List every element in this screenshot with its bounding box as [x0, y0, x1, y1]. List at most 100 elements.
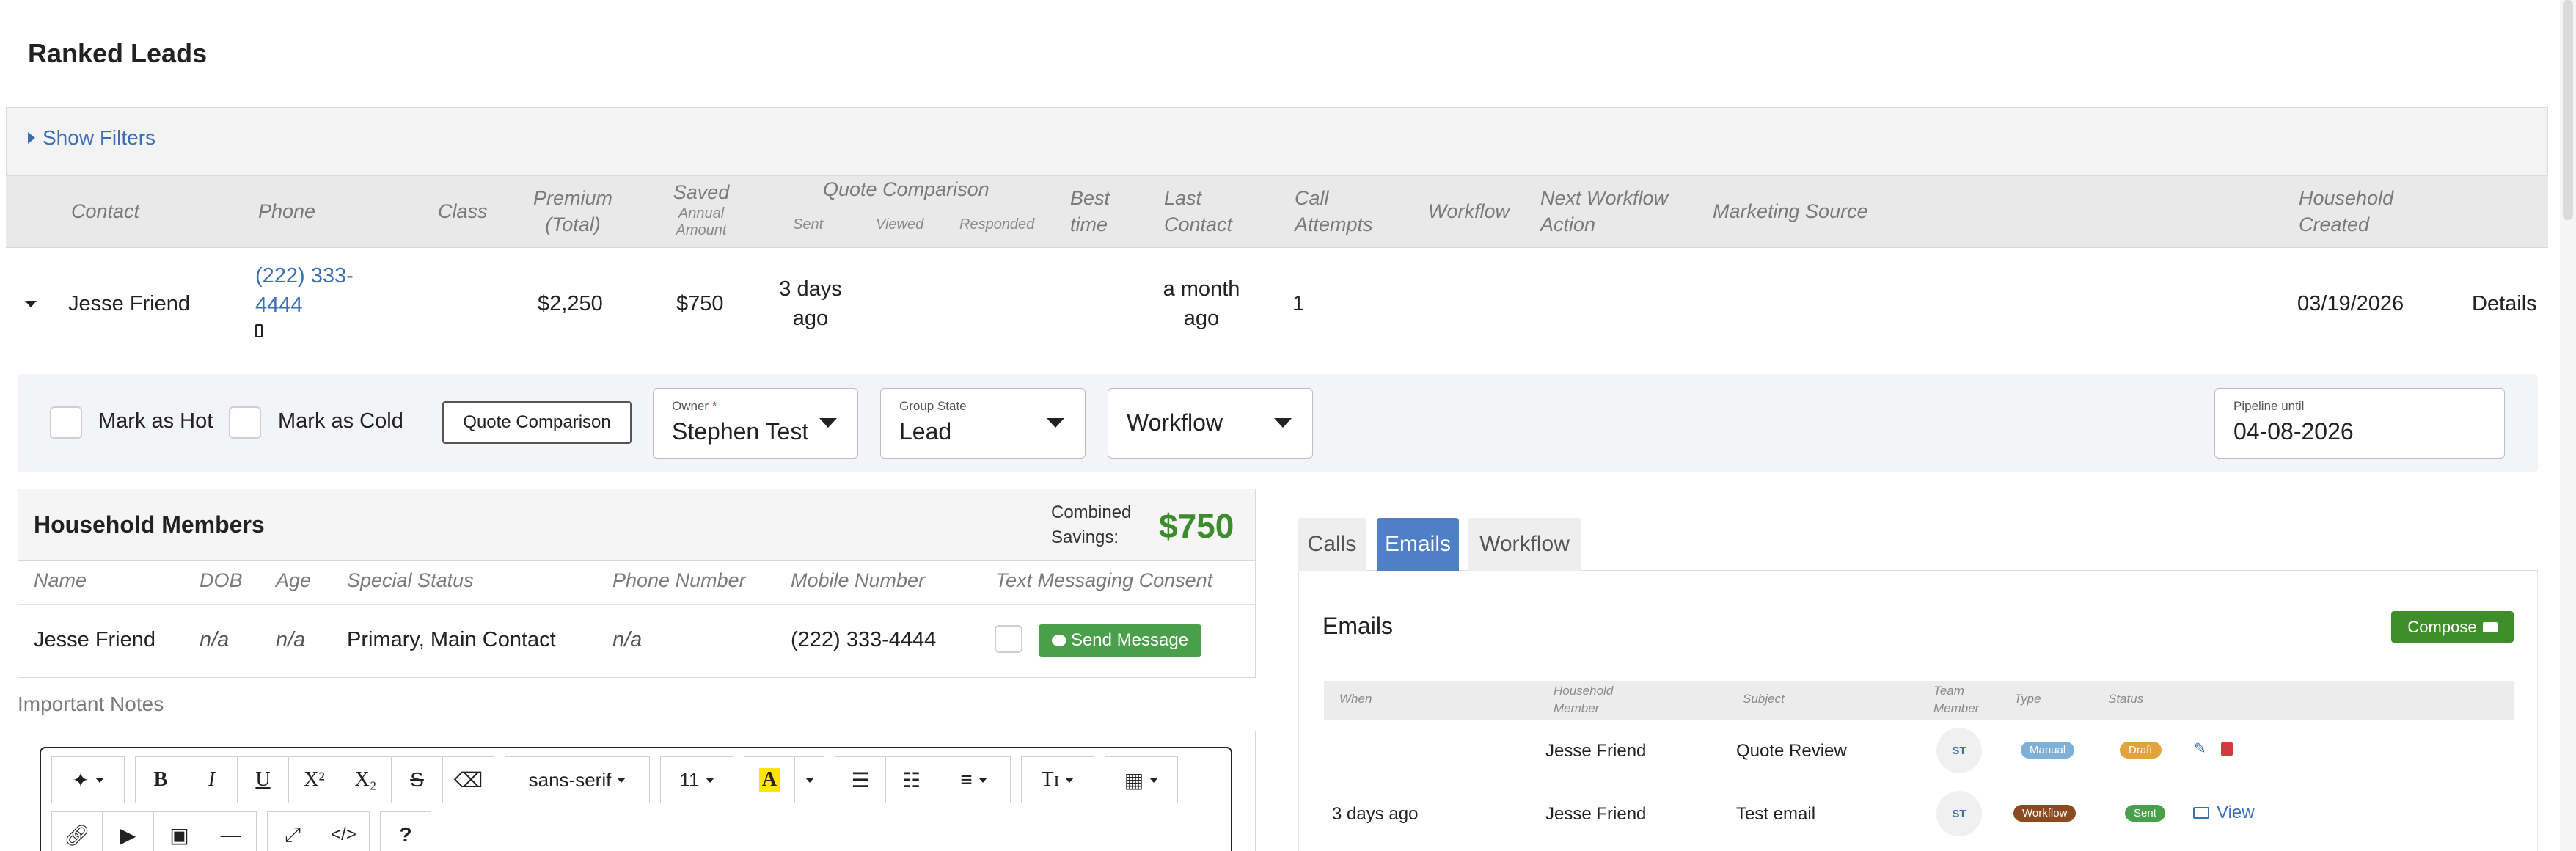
- owner-value: Stephen Test: [672, 418, 809, 445]
- caret-down-icon: [1149, 777, 1159, 783]
- group-state-label: Group State: [899, 399, 967, 413]
- text-style-dropdown[interactable]: Tɪ: [1021, 756, 1094, 803]
- th-workflow[interactable]: Workflow: [1428, 198, 1510, 224]
- group-state-select[interactable]: Group State Lead: [880, 388, 1086, 459]
- underline-button[interactable]: U: [238, 756, 289, 803]
- magic-wand-dropdown[interactable]: ✦: [51, 756, 125, 803]
- th-last-contact[interactable]: Last Contact: [1164, 185, 1232, 238]
- th-contact[interactable]: Contact: [71, 198, 139, 224]
- table-icon: ▦: [1124, 768, 1144, 792]
- row-details-link[interactable]: Details: [2472, 292, 2537, 316]
- hh-member-phone: n/a: [612, 628, 643, 651]
- email-row-2-subject[interactable]: Test email: [1736, 804, 1815, 825]
- th-household-created[interactable]: Household Created: [2299, 185, 2393, 238]
- compose-button[interactable]: Compose: [2391, 611, 2514, 643]
- mark-hot-label[interactable]: Mark as Hot: [98, 409, 213, 434]
- email-row-1-subject[interactable]: Quote Review: [1736, 741, 1847, 761]
- pipeline-until-field[interactable]: Pipeline until 04-08-2026: [2214, 388, 2505, 459]
- row-contact-name[interactable]: Jesse Friend: [68, 292, 190, 316]
- row-last-contact: a month ago: [1160, 274, 1243, 333]
- avatar: ST: [1936, 728, 1982, 773]
- bullet-list-button[interactable]: ☰: [835, 756, 886, 803]
- tab-calls[interactable]: Calls: [1298, 518, 1366, 571]
- help-button[interactable]: ?: [380, 811, 431, 851]
- highlight-color-dropdown[interactable]: [795, 756, 824, 803]
- image-button[interactable]: ▣: [154, 811, 205, 851]
- align-icon: ≡: [960, 768, 973, 791]
- hh-col-special-status: Special Status: [347, 569, 474, 591]
- view-email-link[interactable]: View: [2193, 803, 2255, 823]
- th-quote-comparison: Quote Comparison: [823, 178, 989, 200]
- highlight-color-button[interactable]: A: [744, 756, 795, 803]
- type-badge: Workflow: [2013, 805, 2076, 822]
- combined-savings-value: $750: [1159, 507, 1234, 545]
- th-household-created-line2: Created: [2299, 213, 2370, 235]
- scrollbar-thumb[interactable]: [2563, 0, 2573, 220]
- th-premium-line1: Premium: [533, 187, 613, 209]
- compose-label: Compose: [2407, 617, 2477, 636]
- numbered-list-button[interactable]: ☷: [886, 756, 937, 803]
- fullscreen-button[interactable]: ⤢: [267, 811, 318, 851]
- row-expand-icon[interactable]: [25, 301, 37, 307]
- owner-select[interactable]: Owner * Stephen Test: [653, 388, 858, 459]
- tab-workflow[interactable]: Workflow: [1468, 518, 1581, 571]
- th-sent[interactable]: Sent: [793, 216, 823, 233]
- caret-right-icon: [28, 132, 35, 144]
- hh-col-mobile: Mobile Number: [791, 569, 926, 591]
- row-phone-link[interactable]: (222) 333- 4444: [255, 261, 354, 320]
- show-filters-label: Show Filters: [43, 126, 156, 149]
- delete-icon[interactable]: [2221, 742, 2233, 756]
- table-dropdown[interactable]: ▦: [1105, 756, 1178, 803]
- send-message-label: Send Message: [1070, 630, 1189, 650]
- th-best-time[interactable]: Best time: [1070, 185, 1110, 238]
- image-icon: ▣: [169, 823, 189, 847]
- th-responded[interactable]: Responded: [959, 216, 1034, 233]
- link-button[interactable]: 🔗︎: [51, 811, 103, 851]
- view-group: ⤢ </>: [267, 811, 370, 851]
- show-filters-toggle[interactable]: Show Filters: [28, 126, 155, 150]
- text-height-icon: Tɪ: [1041, 768, 1060, 791]
- bold-button[interactable]: B: [135, 756, 186, 803]
- text-consent-checkbox[interactable]: [995, 625, 1022, 653]
- strikethrough-button[interactable]: S: [392, 756, 443, 803]
- eraser-button[interactable]: ⌫: [443, 756, 494, 803]
- mark-hot-checkbox[interactable]: [50, 406, 82, 439]
- th-class[interactable]: Class: [438, 198, 488, 224]
- tab-emails[interactable]: Emails: [1377, 518, 1459, 571]
- th-phone[interactable]: Phone: [258, 198, 315, 224]
- th-marketing-source[interactable]: Marketing Source: [1713, 198, 1868, 224]
- th-viewed[interactable]: Viewed: [876, 216, 923, 233]
- subscript-button[interactable]: X₂: [340, 756, 392, 803]
- video-button[interactable]: ▶: [103, 811, 154, 851]
- page-title: Ranked Leads: [28, 38, 208, 68]
- font-size-dropdown[interactable]: 11: [660, 756, 733, 803]
- th-saved[interactable]: Saved Annual Amount: [660, 179, 742, 239]
- workflow-select[interactable]: Workflow: [1108, 388, 1313, 459]
- row-sent-line1: 3 days: [779, 277, 842, 301]
- em-col-when: When: [1339, 692, 1372, 706]
- mark-cold-label[interactable]: Mark as Cold: [278, 409, 403, 434]
- pipeline-until-value: 04-08-2026: [2233, 418, 2354, 445]
- status-badge: Sent: [2125, 805, 2165, 822]
- send-message-button[interactable]: Send Message: [1039, 624, 1201, 657]
- caret-down-icon: [95, 777, 104, 783]
- quote-comparison-button[interactable]: Quote Comparison: [442, 401, 632, 444]
- th-call-attempts[interactable]: Call Attempts: [1295, 185, 1373, 238]
- th-next-action[interactable]: Next Workflow Action: [1540, 185, 1668, 238]
- em-col-tm-line1: Team: [1933, 684, 1964, 698]
- status-badge: Draft: [2120, 742, 2162, 759]
- chevron-down-icon: [1047, 418, 1064, 428]
- align-dropdown[interactable]: ≡: [937, 756, 1011, 803]
- em-col-subject: Subject: [1743, 692, 1785, 706]
- em-col-household-member: Household Member: [1554, 682, 1613, 717]
- superscript-button[interactable]: X²: [289, 756, 340, 803]
- italic-button[interactable]: I: [186, 756, 238, 803]
- edit-icon[interactable]: ✎: [2194, 742, 2207, 756]
- hh-col-name: Name: [34, 569, 87, 591]
- mark-cold-checkbox[interactable]: [229, 406, 261, 439]
- font-family-dropdown[interactable]: sans-serif: [505, 756, 650, 803]
- horizontal-rule-button[interactable]: —: [205, 811, 257, 851]
- th-premium[interactable]: Premium (Total): [533, 185, 612, 238]
- code-view-button[interactable]: </>: [318, 811, 370, 851]
- chat-icon: [1051, 635, 1066, 646]
